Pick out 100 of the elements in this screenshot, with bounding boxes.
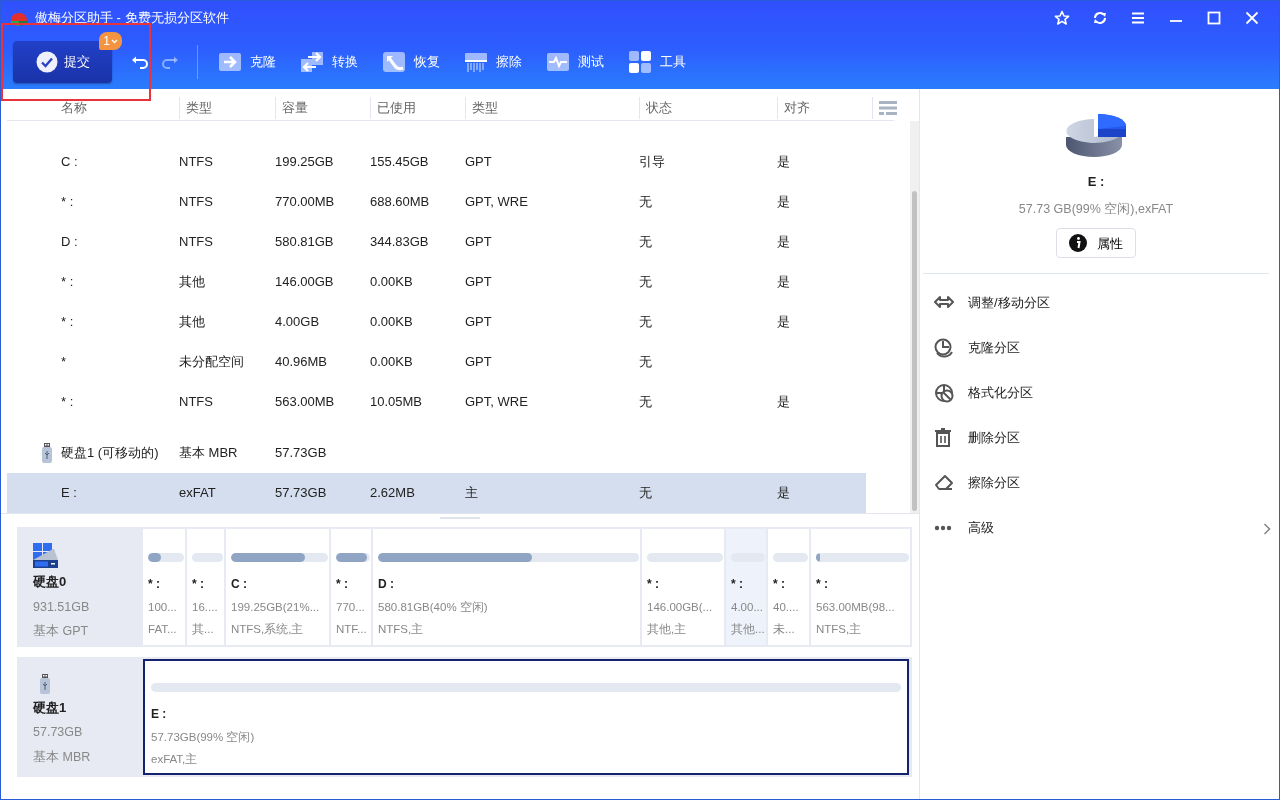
table-cell: GPT, WRE bbox=[465, 194, 528, 210]
table-cell: 基本 MBR bbox=[179, 445, 238, 461]
toolbar-button[interactable]: 转换 bbox=[294, 42, 370, 82]
partition-info: NTFS,系统,主 bbox=[231, 622, 305, 638]
recover-icon bbox=[382, 50, 406, 74]
table-cell: * : bbox=[61, 314, 74, 330]
partition-row[interactable]: * : NTFS 563.00MB 10.05MB GPT, WRE 无 是 bbox=[7, 382, 866, 422]
partition-size: 4.00... bbox=[731, 600, 764, 615]
disk-info-panel[interactable]: 硬盘1 57.73GB 基本 MBR bbox=[19, 659, 141, 775]
action-item[interactable]: 克隆分区 bbox=[934, 325, 1271, 371]
refresh-icon[interactable] bbox=[1092, 10, 1108, 26]
action-item[interactable]: 调整/移动分区 bbox=[934, 280, 1271, 326]
table-cell: 无 bbox=[639, 234, 652, 250]
table-cell: 344.83GB bbox=[370, 234, 429, 250]
partition-size: 770... bbox=[336, 600, 366, 615]
action-item[interactable]: 删除分区 bbox=[934, 415, 1271, 461]
table-cell: 其他 bbox=[179, 314, 205, 330]
column-header[interactable]: 已使用 bbox=[377, 97, 416, 118]
table-cell: NTFS bbox=[179, 154, 213, 170]
action-item[interactable]: 高级 bbox=[934, 505, 1271, 551]
table-cell: 4.00GB bbox=[275, 314, 320, 330]
clone-icon bbox=[218, 50, 242, 74]
pie-chart-icon bbox=[1065, 113, 1127, 159]
column-header[interactable]: 状态 bbox=[646, 97, 672, 118]
disk-info-panel[interactable]: 硬盘0 931.51GB 基本 GPT bbox=[19, 529, 141, 645]
table-cell: 146.00GB bbox=[275, 274, 334, 290]
table-cell: NTFS bbox=[179, 234, 213, 250]
table-cell: 57.73GB bbox=[275, 485, 327, 501]
partition-block[interactable]: * : 4.00... 其他... bbox=[726, 529, 766, 645]
partition-block[interactable]: D : 580.81GB(40% 空闲) NTFS,主 bbox=[373, 529, 640, 645]
partition-block[interactable]: E : 57.73GB(99% 空闲) exFAT,主 bbox=[143, 659, 909, 775]
disk-row[interactable]: 硬盘1 (可移动的) 基本 MBR 57.73GB bbox=[7, 422, 866, 473]
partition-block[interactable]: * : 40.... 未... bbox=[768, 529, 809, 645]
star-icon[interactable] bbox=[1054, 10, 1070, 26]
partition-block[interactable]: C : 199.25GB(21%... NTFS,系统,主 bbox=[226, 529, 329, 645]
partition-summary: 57.73 GB(99% 空闲),exFAT bbox=[1018, 200, 1174, 218]
action-item[interactable]: 擦除分区 bbox=[934, 460, 1271, 506]
splitter-handle[interactable] bbox=[440, 517, 480, 519]
table-cell: 主 bbox=[465, 485, 478, 501]
column-header[interactable]: 对齐 bbox=[784, 97, 810, 118]
toolbar-button[interactable]: 克隆 bbox=[212, 42, 288, 82]
ssd-icon bbox=[33, 543, 58, 568]
menu-icon[interactable] bbox=[1130, 10, 1146, 26]
table-cell: 是 bbox=[777, 314, 790, 330]
column-header[interactable]: 类型 bbox=[472, 97, 498, 118]
column-header[interactable]: 名称 bbox=[61, 97, 87, 118]
maximize-icon[interactable] bbox=[1206, 10, 1222, 26]
scrollbar-thumb[interactable] bbox=[912, 191, 917, 511]
table-cell: 199.25GB bbox=[275, 154, 334, 170]
properties-button[interactable]: 属性 bbox=[1056, 228, 1136, 259]
table-cell: NTFS bbox=[179, 394, 213, 410]
app-logo-icon bbox=[9, 10, 29, 27]
toolbar-button[interactable]: 工具 bbox=[622, 42, 698, 82]
toolbar-button[interactable]: 擦除 bbox=[458, 42, 534, 82]
table-cell: 57.73GB bbox=[275, 445, 327, 461]
partition-row[interactable]: * : NTFS 770.00MB 688.60MB GPT, WRE 无 是 bbox=[7, 182, 866, 222]
partition-name: C : bbox=[231, 576, 248, 593]
column-header[interactable]: 容量 bbox=[282, 97, 308, 118]
usb-drive-icon bbox=[41, 443, 53, 463]
table-cell: 无 bbox=[639, 485, 652, 501]
partition-name: * : bbox=[647, 576, 660, 593]
table-cell: 是 bbox=[777, 154, 790, 170]
table-cell: NTFS bbox=[179, 194, 213, 210]
table-cell: 无 bbox=[639, 394, 652, 410]
partition-block[interactable]: * : 16.... 其... bbox=[187, 529, 224, 645]
table-cell: exFAT bbox=[179, 485, 216, 501]
table-cell: 2.62MB bbox=[370, 485, 415, 501]
partition-row[interactable]: E : exFAT 57.73GB 2.62MB 主 无 是 bbox=[7, 473, 866, 513]
toolbar-button[interactable]: 测试 bbox=[540, 42, 616, 82]
disk-style: 基本 GPT bbox=[33, 623, 90, 641]
action-item[interactable]: 格式化分区 bbox=[934, 370, 1271, 416]
table-cell: 0.00KB bbox=[370, 354, 413, 370]
partition-row[interactable]: C : NTFS 199.25GB 155.45GB GPT 引导 是 bbox=[7, 142, 866, 182]
partition-row[interactable]: * : 其他 4.00GB 0.00KB GPT 无 是 bbox=[7, 302, 866, 342]
partition-block[interactable]: * : 770... NTF... bbox=[331, 529, 371, 645]
table-cell: C : bbox=[61, 154, 78, 170]
partition-size: 199.25GB(21%... bbox=[231, 600, 321, 615]
partition-info: 其... bbox=[192, 622, 215, 638]
partition-block[interactable]: * : 146.00GB(... 其他,主 bbox=[642, 529, 724, 645]
toolbar-button[interactable]: 恢复 bbox=[376, 42, 452, 82]
usb-drive-icon bbox=[39, 673, 51, 694]
partition-info: NTFS,主 bbox=[816, 622, 863, 638]
partition-row[interactable]: D : NTFS 580.81GB 344.83GB GPT 无 是 bbox=[7, 222, 866, 262]
partition-name: * : bbox=[731, 576, 744, 593]
partition-block[interactable]: * : 100... FAT... bbox=[143, 529, 185, 645]
partition-name: D : bbox=[378, 576, 395, 593]
table-cell: 155.45GB bbox=[370, 154, 429, 170]
partition-block[interactable]: * : 563.00MB(98... NTFS,主 bbox=[811, 529, 910, 645]
partition-name: * : bbox=[192, 576, 205, 593]
table-cell: GPT bbox=[465, 354, 492, 370]
column-header[interactable]: 类型 bbox=[186, 97, 212, 118]
table-cell: 无 bbox=[639, 274, 652, 290]
trash-icon bbox=[934, 428, 954, 448]
partition-row[interactable]: * 未分配空间 40.96MB 0.00KB GPT 无 bbox=[7, 342, 866, 382]
close-icon[interactable] bbox=[1244, 10, 1260, 26]
undo-icon[interactable] bbox=[131, 54, 149, 70]
partition-size: 40.... bbox=[773, 600, 800, 615]
table-cell: 40.96MB bbox=[275, 354, 328, 370]
partition-row[interactable]: * : 其他 146.00GB 0.00KB GPT 无 是 bbox=[7, 262, 866, 302]
disk-size: 931.51GB bbox=[33, 598, 91, 616]
